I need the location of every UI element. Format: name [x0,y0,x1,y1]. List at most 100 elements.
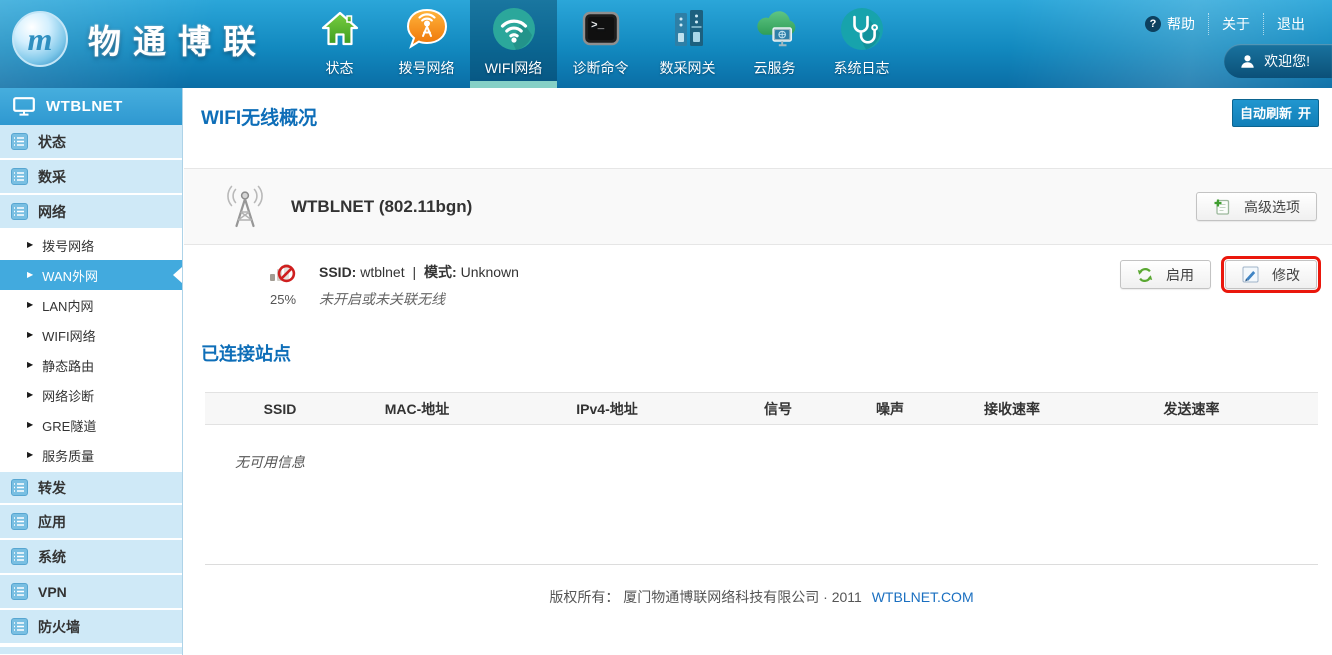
sidebar-item-label: 静态路由 [42,356,94,375]
nav-tab-data-gateway[interactable]: 数采网关 [644,0,731,88]
signal-disabled-icon [268,259,298,285]
list-icon [11,618,28,635]
sidebar-item-label: WIFI网络 [42,326,95,345]
sidebar-item-label: 网络 [38,202,66,222]
nav-tab-system-log[interactable]: 系统日志 [818,0,905,88]
sidebar-item-application[interactable]: 应用 [0,505,182,540]
sidebar-subitem-static-route[interactable]: ▶ 静态路由 [0,350,182,380]
sidebar-subitem-gre-tunnel[interactable]: ▶ GRE隧道 [0,410,182,440]
empty-table-message: 无可用信息 [235,452,1318,472]
sidebar-item-vpn[interactable]: VPN [0,575,182,610]
list-icon [11,479,28,496]
sidebar-item-data-collection[interactable]: 数采 [0,160,182,195]
sidebar-item-label: VPN [38,584,67,600]
column-header-ipv4: IPv4-地址 [479,399,735,419]
logout-link[interactable]: 退出 [1263,13,1318,35]
logo-text: 物通博联 [88,15,268,63]
top-utility-links: ? 帮助 关于 退出 [1132,13,1318,35]
sidebar-item-label: 系统 [38,547,66,567]
stations-table-header: SSID MAC-地址 IPv4-地址 信号 噪声 接收速率 发送速率 [205,392,1318,425]
sidebar-subitem-lan[interactable]: ▶ LAN内网 [0,290,182,320]
list-icon [11,548,28,565]
list-icon [11,513,28,530]
sidebar-item-network[interactable]: 网络 [0,195,182,230]
welcome-pill[interactable]: 欢迎您! [1224,44,1332,78]
wifi-overview-card: WTBLNET (802.11bgn) 高级选项 [184,168,1332,245]
signal-block: 25% [262,259,304,307]
monitor-icon [13,97,35,116]
antenna-tower-icon [224,185,266,229]
list-icon [11,168,28,185]
modify-label: 修改 [1272,265,1300,285]
copyright-text: 版权所有： 厦门物通博联网络科技有限公司 · 2011 [549,589,861,605]
sidebar-item-label: 数采 [38,167,66,187]
nav-tab-status[interactable]: 状态 [296,0,383,88]
signal-percent: 25% [262,292,304,307]
caret-right-icon: ▶ [27,451,33,459]
help-link[interactable]: ? 帮助 [1132,13,1208,35]
column-header-mac: MAC-地址 [355,399,479,419]
sidebar-item-label: 拨号网络 [42,236,94,255]
mode-label: 模式: [424,264,457,280]
caret-right-icon: ▶ [27,241,33,249]
sidebar-item-forwarding[interactable]: 转发 [0,470,182,505]
sidebar-device-header: WTBLNET [0,88,182,125]
footer-link[interactable]: WTBLNET.COM [872,589,974,605]
sidebar-item-label: 应用 [38,512,66,532]
sidebar: WTBLNET 状态 数采 网络 ▶ 拨号网络 ▶ WAN外网 ▶ LAN内网 … [0,88,183,655]
main-nav: 状态 拨号网络 [296,0,905,88]
sidebar-item-label: LAN内网 [42,296,93,315]
modify-button[interactable]: 修改 [1225,260,1317,289]
sidebar-subitem-wifi-network[interactable]: ▶ WIFI网络 [0,320,182,350]
nav-tab-diagnostic-command[interactable]: >_ 诊断命令 [557,0,644,88]
connected-stations-title: 已连接站点 [201,340,1332,366]
auto-refresh-state: 开 [1298,103,1311,122]
sidebar-item-label: 转发 [38,478,66,498]
caret-right-icon: ▶ [27,271,33,279]
ssid-mode-line: SSID: wtblnet | 模式: Unknown [319,262,519,282]
nav-tab-label: 云服务 [754,58,796,78]
refresh-icon [1137,267,1153,283]
device-name: WTBLNET [46,98,123,115]
sidebar-item-label: GRE隧道 [42,416,96,435]
column-header-noise: 噪声 [821,399,959,419]
column-header-rx-rate: 接收速率 [959,399,1065,419]
caret-right-icon: ▶ [27,421,33,429]
nav-tab-label: 状态 [326,58,354,78]
caret-right-icon: ▶ [27,301,33,309]
column-header-tx-rate: 发送速率 [1065,399,1318,419]
dial-network-icon [405,7,449,51]
nav-tab-cloud-service[interactable]: 云服务 [731,0,818,88]
footer-divider: 版权所有： 厦门物通博联网络科技有限公司 · 2011 WTBLNET.COM [205,564,1318,607]
auto-refresh-toggle[interactable]: 自动刷新 开 [1232,99,1319,127]
ssid-value: wtblnet [360,264,404,280]
home-icon [318,7,362,51]
advanced-options-label: 高级选项 [1244,197,1300,217]
sidebar-next-item-partial [0,645,182,654]
sidebar-subitem-dial-network[interactable]: ▶ 拨号网络 [0,230,182,260]
advanced-options-button[interactable]: 高级选项 [1196,192,1317,221]
logo-globe-icon: m [10,9,70,69]
enable-button[interactable]: 启用 [1120,260,1211,289]
divider: | [412,264,416,280]
sidebar-subitem-qos[interactable]: ▶ 服务质量 [0,440,182,470]
about-link[interactable]: 关于 [1208,13,1263,35]
page-title: WIFI无线概况 [201,103,1332,130]
sidebar-item-system[interactable]: 系统 [0,540,182,575]
nav-tab-wifi-network[interactable]: WIFI网络 [470,0,557,88]
connected-stations-table: SSID MAC-地址 IPv4-地址 信号 噪声 接收速率 发送速率 无可用信… [205,392,1318,472]
svg-text:>_: >_ [591,20,605,32]
wifi-card-title: WTBLNET (802.11bgn) [291,197,472,217]
about-label: 关于 [1222,14,1250,34]
nav-tab-dial-network[interactable]: 拨号网络 [383,0,470,88]
edit-icon [1242,266,1259,283]
sidebar-item-status[interactable]: 状态 [0,125,182,160]
caret-right-icon: ▶ [27,361,33,369]
sidebar-subitem-wan[interactable]: ▶ WAN外网 [0,260,182,290]
nav-tab-label: 数采网关 [660,58,716,78]
sidebar-item-label: 防火墙 [38,617,80,637]
sidebar-subitem-network-diagnosis[interactable]: ▶ 网络诊断 [0,380,182,410]
app-logo: m 物通博联 [10,9,268,69]
sidebar-item-firewall[interactable]: 防火墙 [0,610,182,645]
cloud-service-icon [753,7,797,51]
